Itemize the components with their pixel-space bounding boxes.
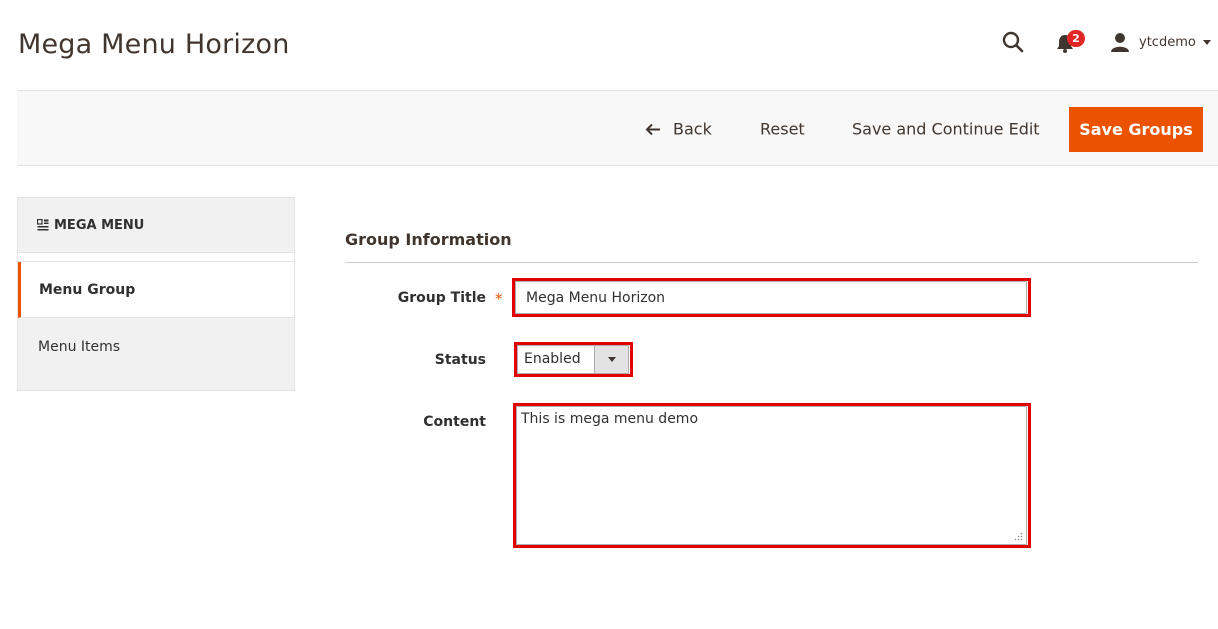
- sidebar-divider: [18, 252, 294, 262]
- mega-menu-icon: [37, 219, 49, 231]
- save-and-continue-edit-button[interactable]: Save and Continue Edit: [852, 120, 1040, 139]
- group-title-input[interactable]: [515, 281, 1027, 314]
- resize-grip-icon[interactable]: [1014, 532, 1023, 541]
- arrow-left-icon: [645, 123, 660, 135]
- sidebar-title-label: MEGA MENU: [54, 217, 145, 233]
- section-title: Group Information: [345, 230, 512, 249]
- status-label: Status: [434, 352, 486, 368]
- back-button[interactable]: Back: [645, 120, 712, 139]
- notification-badge: 2: [1067, 30, 1085, 47]
- sidebar-item-menu-items[interactable]: Menu Items: [18, 319, 294, 375]
- content-textarea[interactable]: This is mega menu demo: [516, 406, 1027, 545]
- reset-button[interactable]: Reset: [760, 120, 805, 139]
- user-account-menu[interactable]: ytcdemo: [1110, 31, 1211, 53]
- status-select-toggle[interactable]: [594, 346, 628, 373]
- sidebar-title: MEGA MENU: [18, 198, 294, 252]
- required-mark: *: [495, 290, 503, 308]
- status-select-value: Enabled: [524, 351, 581, 367]
- chevron-down-icon: [607, 357, 616, 362]
- group-title-label: Group Title: [397, 290, 486, 306]
- page-title: Mega Menu Horizon: [18, 29, 290, 60]
- content-label: Content: [423, 414, 486, 430]
- status-select[interactable]: Enabled: [517, 345, 629, 374]
- section-divider: [345, 262, 1198, 263]
- user-icon: [1111, 33, 1129, 52]
- chevron-down-icon: [1202, 39, 1211, 45]
- back-button-label: Back: [673, 119, 712, 139]
- page-actions-bar: Back Reset Save and Continue Edit Save G…: [17, 90, 1218, 166]
- sidebar-item-menu-group[interactable]: Menu Group: [18, 262, 294, 318]
- search-icon[interactable]: [1002, 31, 1024, 53]
- sidebar: MEGA MENU Menu Group Menu Items: [17, 197, 295, 391]
- user-name: ytcdemo: [1139, 34, 1196, 50]
- save-groups-button[interactable]: Save Groups: [1069, 107, 1203, 152]
